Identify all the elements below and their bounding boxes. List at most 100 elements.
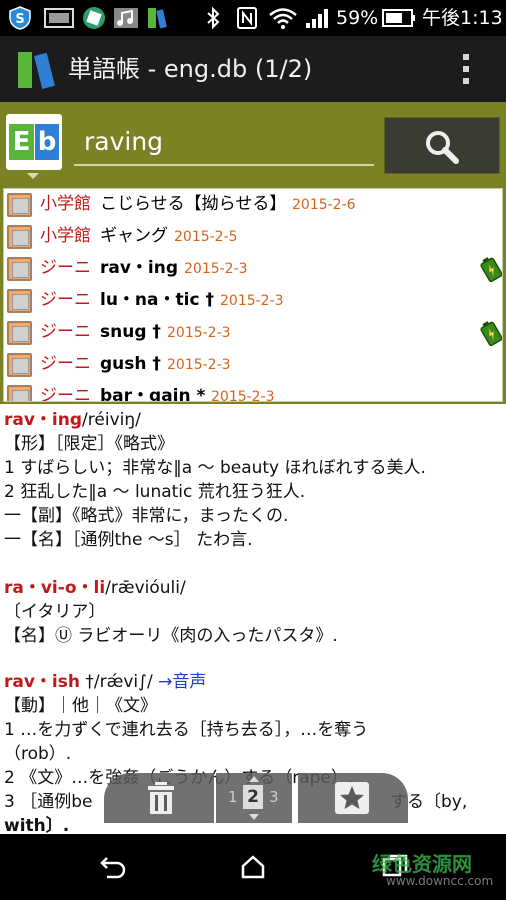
source-label: 小学館 bbox=[40, 226, 91, 246]
history-date: 2015-2-5 bbox=[174, 229, 238, 245]
watermark-url: www.downcc.com bbox=[386, 874, 494, 888]
entry-line: 一【副】《略式》非常に，まったくの. bbox=[4, 506, 289, 526]
page-prev: 1 bbox=[228, 788, 238, 806]
history-word: こじらせる【拗らせる】 bbox=[100, 194, 287, 214]
row-checkbox[interactable] bbox=[7, 225, 32, 249]
history-date: 2015-2-3 bbox=[220, 293, 284, 309]
row-checkbox[interactable] bbox=[7, 257, 32, 281]
history-word: lu・na・tic † bbox=[100, 290, 214, 310]
page-next: 3 bbox=[269, 788, 279, 806]
pronunciation: /rǣvióuli/ bbox=[105, 578, 186, 598]
source-label: 小学館 bbox=[40, 194, 91, 214]
screenshot-icon bbox=[44, 8, 74, 28]
wordbook-logo-icon bbox=[18, 52, 55, 89]
overflow-menu-icon[interactable] bbox=[456, 52, 476, 86]
history-word: rav・ing bbox=[100, 258, 179, 278]
page-current: 2 bbox=[243, 785, 263, 809]
history-row[interactable]: 小学館 ギャング 2015-2-5 bbox=[4, 221, 502, 252]
source-label: ジーニ bbox=[40, 290, 91, 310]
entry-line: （rob）. bbox=[4, 744, 72, 764]
row-checkbox[interactable] bbox=[7, 193, 32, 217]
shield-icon: S bbox=[9, 6, 31, 30]
entry-line: 3 ［通例be する〔by, bbox=[4, 790, 467, 814]
home-icon[interactable] bbox=[240, 854, 266, 880]
entry-line: ra・vi-o・li/rǣvióuli/ bbox=[4, 576, 186, 600]
watermark-text: 绿色资源网 bbox=[372, 852, 472, 876]
source-label: ジーニ bbox=[40, 386, 91, 402]
headword: rav・ing bbox=[4, 410, 83, 430]
back-icon[interactable] bbox=[99, 854, 127, 880]
history-row[interactable]: ジーニ bar・gain * 2015-2-3 bbox=[4, 381, 502, 402]
logo-e: E bbox=[9, 124, 34, 160]
history-date: 2015-2-3 bbox=[184, 261, 248, 277]
action-bar: 単語帳 - eng.db (1/2) bbox=[0, 36, 506, 102]
entry-line: 1 すばらしい；非常な‖a ～ beauty ほれぼれする美人. bbox=[4, 458, 426, 478]
dictionary-entry: rav・ing/réiviŋ/ 【形】［限定］《略式》 1 すばらしい；非常な‖… bbox=[0, 404, 506, 834]
row-checkbox[interactable] bbox=[7, 385, 32, 401]
row-checkbox[interactable] bbox=[7, 289, 32, 313]
svg-text:S: S bbox=[15, 12, 24, 27]
app-notification-icon bbox=[83, 7, 105, 29]
history-word: gush † bbox=[100, 354, 161, 374]
history-row[interactable]: 小学館 こじらせる【拗らせる】 2015-2-6 bbox=[4, 189, 502, 220]
page-down-icon bbox=[249, 814, 259, 820]
history-row[interactable]: ジーニ snug † 2015-2-3 bbox=[4, 317, 502, 348]
magnifier-icon bbox=[426, 131, 459, 164]
pronunciation: †/rǽvi∫/ bbox=[80, 672, 153, 692]
entry-line: 〔イタリア〕 bbox=[4, 602, 106, 622]
pronunciation: /réiviŋ/ bbox=[82, 410, 141, 430]
source-label: ジーニ bbox=[40, 322, 91, 342]
source-label: ジーニ bbox=[40, 354, 91, 374]
entry-fragment: 3 ［通例be bbox=[4, 792, 93, 812]
dictionary-selector-button[interactable]: E b bbox=[6, 114, 62, 170]
delete-button[interactable] bbox=[104, 773, 214, 823]
search-bar: E b bbox=[0, 102, 506, 186]
entry-line: 2 狂乱した‖a ～ lunatic 荒れ狂う狂人. bbox=[4, 482, 306, 502]
bluetooth-icon bbox=[207, 6, 220, 30]
search-input[interactable] bbox=[74, 118, 374, 166]
page-up-icon bbox=[249, 776, 259, 782]
history-word: ギャング bbox=[100, 226, 168, 246]
dropdown-indicator-icon bbox=[27, 173, 39, 179]
entry-line: 【形】［限定］《略式》 bbox=[4, 434, 174, 454]
history-row[interactable]: ジーニ lu・na・tic † 2015-2-3 bbox=[4, 285, 502, 316]
star-icon bbox=[335, 782, 369, 814]
nfc-icon bbox=[237, 7, 257, 29]
headword: ra・vi-o・li bbox=[4, 578, 106, 598]
history-word: bar・gain * bbox=[100, 386, 206, 402]
history-date: 2015-2-3 bbox=[211, 389, 275, 402]
entry-line: 【動】｜他｜《文》 bbox=[4, 696, 157, 716]
history-word: snug † bbox=[100, 322, 161, 342]
signal-icon bbox=[306, 9, 328, 28]
history-row[interactable]: ジーニ rav・ing 2015-2-3 bbox=[4, 253, 502, 284]
page-selector-button[interactable]: 1 2 3 bbox=[216, 773, 292, 823]
battery-percent: 59% bbox=[336, 7, 379, 29]
wordbook-app-icon bbox=[148, 8, 167, 29]
entry-line: 1 …を力ずくで連れ去る［持ち去る］，…を奪う bbox=[4, 720, 369, 740]
history-row[interactable]: ジーニ gush † 2015-2-3 bbox=[4, 349, 502, 380]
music-icon bbox=[114, 8, 138, 28]
clock: 午後1:13 bbox=[422, 7, 503, 29]
wifi-icon bbox=[269, 8, 297, 29]
battery-badge-icon bbox=[480, 321, 502, 346]
history-date: 2015-2-3 bbox=[167, 357, 231, 373]
row-checkbox[interactable] bbox=[7, 353, 32, 377]
history-date: 2015-2-3 bbox=[167, 325, 231, 341]
status-bar: S 59% 午後1:13 bbox=[0, 0, 506, 36]
bookmark-button[interactable] bbox=[298, 773, 408, 823]
history-list: 小学館 こじらせる【拗らせる】 2015-2-6 小学館 ギャング 2015-2-5 ジーニ… bbox=[3, 188, 503, 402]
entry-line: 一【名】［通例the ～s］ たわ言. bbox=[4, 530, 253, 550]
history-date: 2015-2-6 bbox=[292, 197, 356, 213]
search-button[interactable] bbox=[384, 117, 500, 174]
battery-icon bbox=[382, 9, 415, 27]
headword: rav・ish bbox=[4, 672, 80, 692]
trash-icon bbox=[148, 782, 174, 814]
row-checkbox[interactable] bbox=[7, 321, 32, 345]
source-label: ジーニ bbox=[40, 258, 91, 278]
entry-line: 【名】Ⓤ ラビオーリ《肉の入ったパスタ》. bbox=[4, 626, 338, 646]
entry-line: with〕. bbox=[4, 816, 70, 834]
audio-link[interactable]: →音声 bbox=[158, 672, 206, 692]
entry-line: rav・ing/réiviŋ/ bbox=[4, 408, 141, 432]
entry-line: rav・ish †/rǽvi∫/ →音声 bbox=[4, 670, 206, 694]
battery-badge-icon bbox=[480, 257, 502, 282]
